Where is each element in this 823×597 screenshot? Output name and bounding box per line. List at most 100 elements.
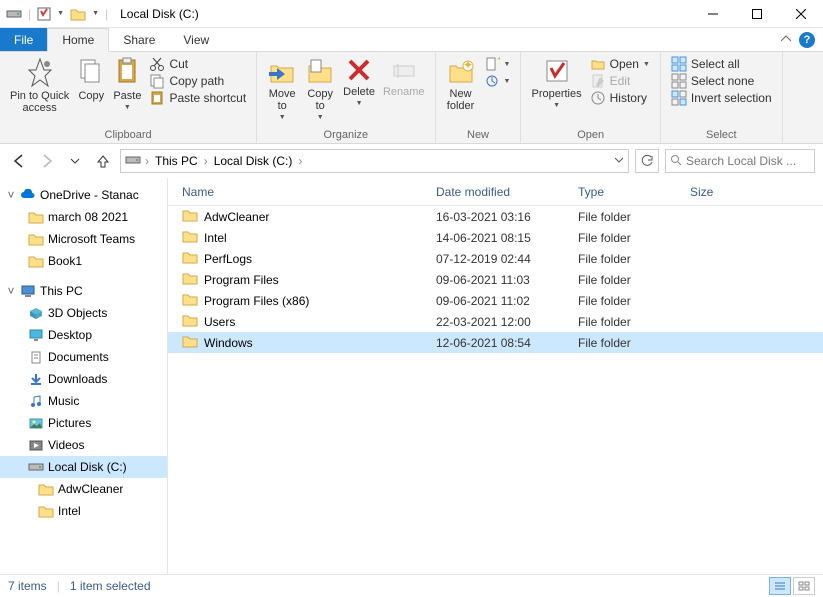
cloud-icon	[20, 187, 36, 203]
invert-selection-button[interactable]: Invert selection	[671, 90, 772, 106]
tree-pictures[interactable]: Pictures	[0, 412, 167, 434]
copy-to-button[interactable]: Copy to ▼	[301, 54, 339, 123]
file-date: 22-03-2021 12:00	[430, 315, 572, 329]
rename-button[interactable]: Rename	[379, 54, 429, 100]
qat-dropdown2-icon[interactable]: ▼	[92, 10, 99, 17]
file-date: 14-06-2021 08:15	[430, 231, 572, 245]
file-row[interactable]: PerfLogs07-12-2019 02:44File folder	[168, 248, 823, 269]
folder-icon	[38, 503, 54, 519]
tree-onedrive[interactable]: ˅ OneDrive - Stanac	[0, 184, 167, 206]
objects3d-icon	[28, 305, 44, 321]
folder-icon	[182, 334, 198, 351]
paste-button[interactable]: Paste ▼	[109, 54, 145, 113]
forward-button	[36, 150, 58, 172]
file-type: File folder	[572, 231, 684, 245]
select-group-label: Select	[667, 127, 776, 143]
file-row[interactable]: Windows12-06-2021 08:54File folder	[168, 332, 823, 353]
properties-qat-icon[interactable]	[37, 7, 51, 21]
tree-thispc[interactable]: ˅ This PC	[0, 280, 167, 302]
back-button[interactable]	[8, 150, 30, 172]
minimize-button[interactable]	[691, 0, 735, 28]
cut-button[interactable]: Cut	[149, 56, 246, 72]
delete-button[interactable]: Delete ▼	[339, 54, 379, 109]
select-all-button[interactable]: Select all	[671, 56, 772, 72]
tree-book1[interactable]: Book1	[0, 250, 167, 272]
tree-adwcleaner[interactable]: AdwCleaner	[0, 478, 167, 500]
breadcrumb-thispc[interactable]: This PC	[153, 154, 200, 168]
main-pane: ˅ OneDrive - Stanac march 08 2021 Micros…	[0, 178, 823, 574]
tree-3dobjects[interactable]: 3D Objects	[0, 302, 167, 324]
tree-localdisk[interactable]: Local Disk (C:)	[0, 456, 167, 478]
downloads-icon	[28, 371, 44, 387]
refresh-button[interactable]	[635, 149, 659, 173]
tree-intel[interactable]: Intel	[0, 500, 167, 522]
tree-downloads[interactable]: Downloads	[0, 368, 167, 390]
open-button[interactable]: Open ▼	[590, 56, 650, 72]
move-to-button[interactable]: Move to ▼	[263, 54, 301, 123]
file-type: File folder	[572, 252, 684, 266]
new-folder-button[interactable]: ✦ New folder	[442, 54, 480, 114]
column-size[interactable]: Size	[684, 185, 744, 199]
search-icon	[670, 154, 682, 169]
history-button[interactable]: History	[590, 90, 650, 106]
paste-dropdown-icon[interactable]: ▼	[124, 104, 131, 111]
pin-to-quick-access-button[interactable]: Pin to Quick access	[6, 54, 73, 116]
maximize-button[interactable]	[735, 0, 779, 28]
up-button[interactable]	[92, 150, 114, 172]
address-dropdown-icon[interactable]	[614, 154, 624, 168]
folder-icon	[182, 271, 198, 288]
address-bar[interactable]: › This PC › Local Disk (C:) ›	[120, 149, 629, 173]
paste-shortcut-button[interactable]: Paste shortcut	[149, 90, 246, 106]
documents-icon	[28, 349, 44, 365]
tree-march[interactable]: march 08 2021	[0, 206, 167, 228]
breadcrumb-sep[interactable]: ›	[145, 154, 149, 168]
select-none-button[interactable]: Select none	[671, 73, 772, 89]
copy-path-button[interactable]: Copy path	[149, 73, 246, 89]
recent-locations-button[interactable]	[64, 150, 86, 172]
close-button[interactable]	[779, 0, 823, 28]
file-row[interactable]: AdwCleaner16-03-2021 03:16File folder	[168, 206, 823, 227]
easy-access-button[interactable]: ▼	[484, 73, 511, 89]
tree-documents[interactable]: Documents	[0, 346, 167, 368]
chevron-down-icon[interactable]: ˅	[6, 284, 16, 298]
tree-desktop[interactable]: Desktop	[0, 324, 167, 346]
file-date: 16-03-2021 03:16	[430, 210, 572, 224]
chevron-down-icon[interactable]: ˅	[6, 188, 16, 202]
ribbon-group-open: Properties ▼ Open ▼ Edit History Op	[521, 52, 660, 143]
open-dropdown-icon: ▼	[643, 61, 650, 68]
view-details-button[interactable]	[769, 577, 791, 595]
tab-view[interactable]: View	[169, 28, 223, 51]
navigation-tree[interactable]: ˅ OneDrive - Stanac march 08 2021 Micros…	[0, 178, 168, 574]
tab-file[interactable]: File	[0, 28, 47, 51]
help-icon[interactable]: ?	[799, 32, 815, 48]
tree-msteams[interactable]: Microsoft Teams	[0, 228, 167, 250]
copy-button[interactable]: Copy	[73, 54, 109, 104]
tab-share[interactable]: Share	[109, 28, 169, 51]
column-name[interactable]: Name	[176, 185, 430, 199]
view-large-icons-button[interactable]	[793, 577, 815, 595]
file-row[interactable]: Users22-03-2021 12:00File folder	[168, 311, 823, 332]
tree-music[interactable]: Music	[0, 390, 167, 412]
new-item-button[interactable]: ✦ ▼	[484, 56, 511, 72]
move-to-dropdown-icon[interactable]: ▼	[279, 114, 286, 121]
column-date[interactable]: Date modified	[430, 185, 572, 199]
collapse-ribbon-icon[interactable]	[781, 33, 791, 47]
file-row[interactable]: Intel14-06-2021 08:15File folder	[168, 227, 823, 248]
tree-videos[interactable]: Videos	[0, 434, 167, 456]
drive-icon	[6, 8, 22, 20]
tab-home[interactable]: Home	[47, 28, 109, 52]
delete-dropdown-icon[interactable]: ▼	[356, 100, 363, 107]
column-type[interactable]: Type	[572, 185, 684, 199]
file-row[interactable]: Program Files (x86)09-06-2021 11:02File …	[168, 290, 823, 311]
copy-to-dropdown-icon[interactable]: ▼	[317, 114, 324, 121]
properties-button[interactable]: Properties ▼	[527, 54, 585, 111]
properties-dropdown-icon[interactable]: ▼	[553, 102, 560, 109]
ribbon-group-new: ✦ New folder ✦ ▼ ▼ New	[436, 52, 522, 143]
music-icon	[28, 393, 44, 409]
breadcrumb-drive[interactable]: Local Disk (C:)	[212, 154, 295, 168]
open-group-label: Open	[527, 127, 653, 143]
search-box[interactable]: Search Local Disk ...	[665, 149, 815, 173]
file-row[interactable]: Program Files09-06-2021 11:03File folder	[168, 269, 823, 290]
window-controls	[691, 0, 823, 28]
qat-dropdown-icon[interactable]: ▼	[57, 10, 64, 17]
